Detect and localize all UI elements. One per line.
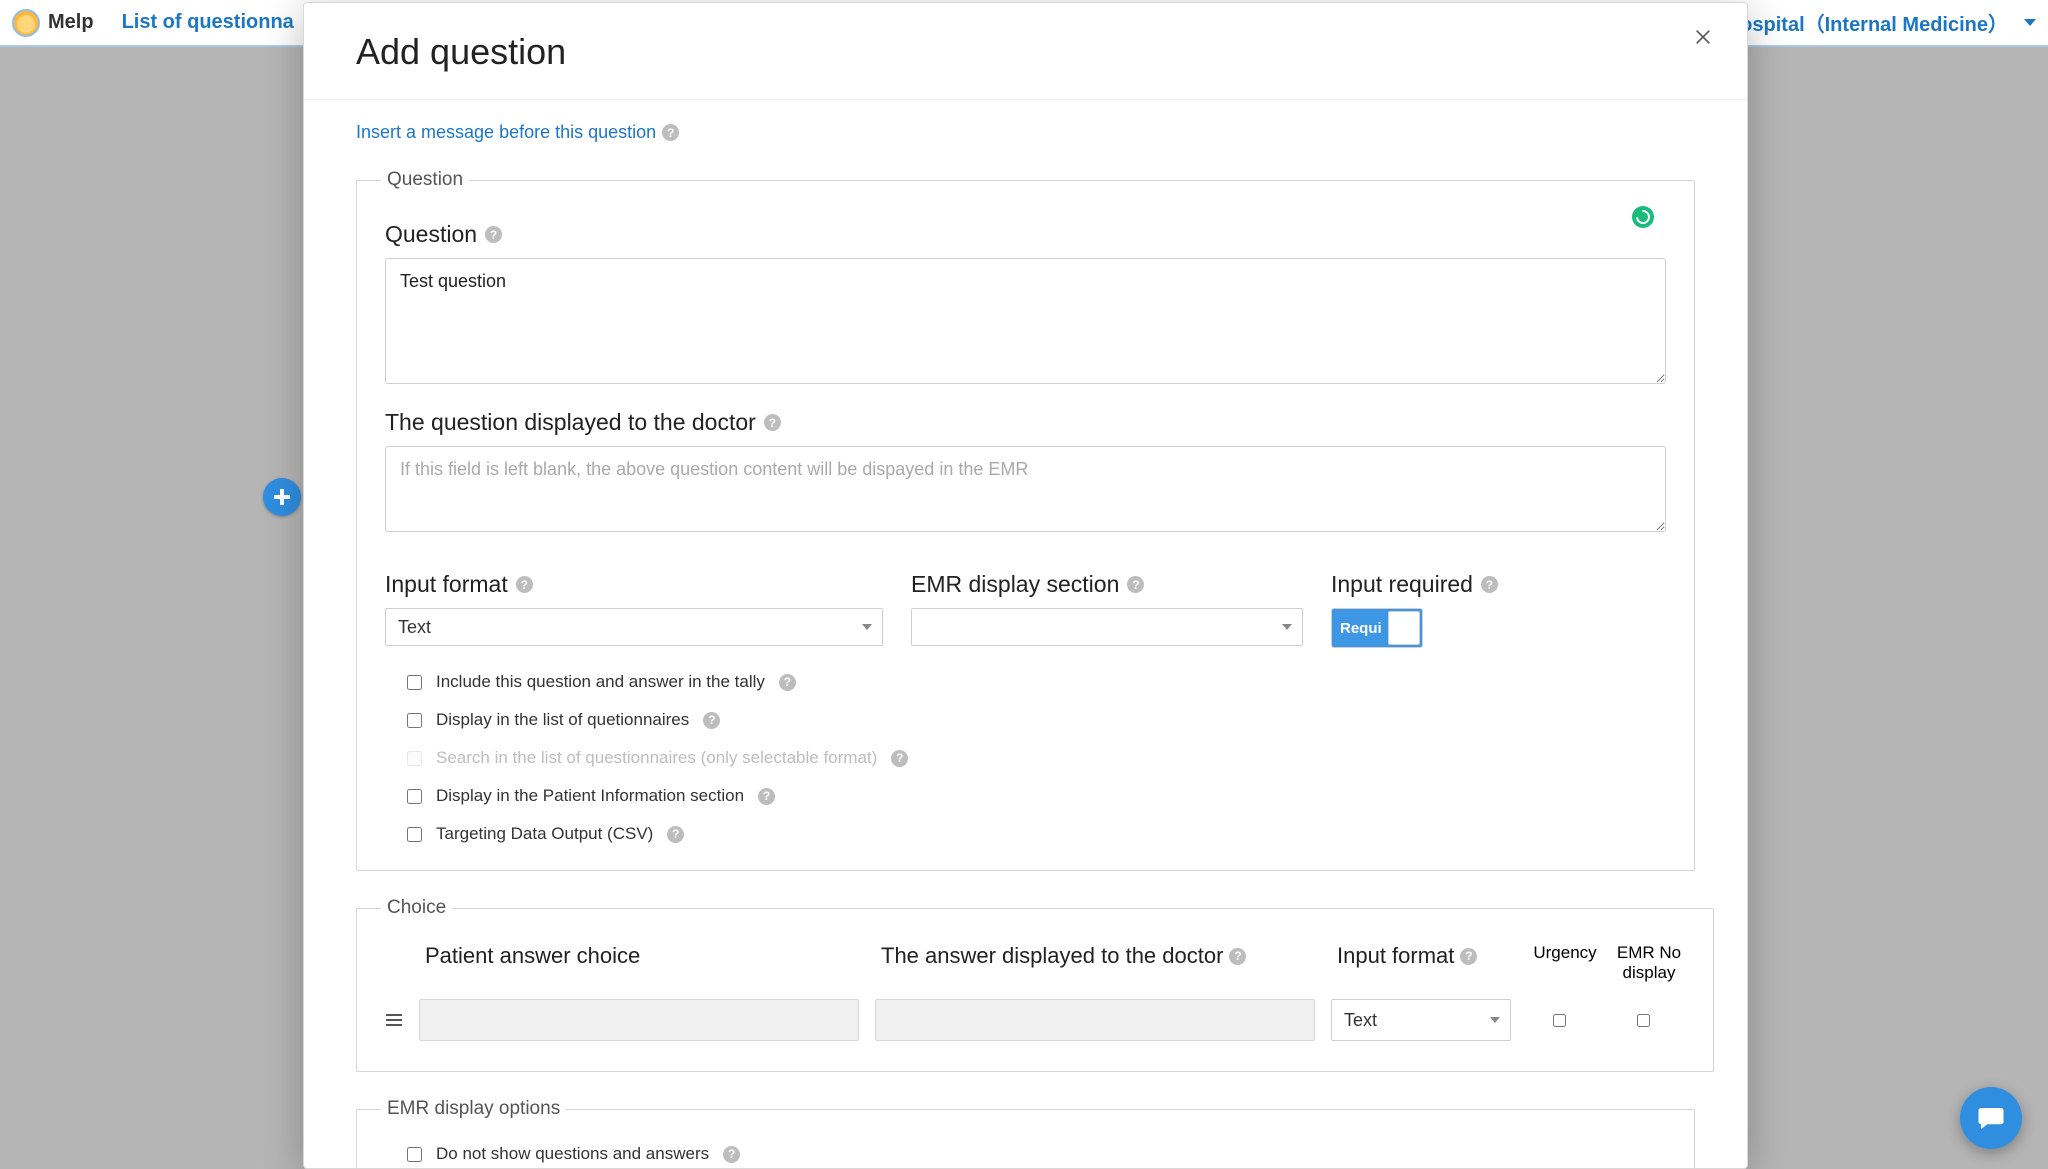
choice-input-format-value: Text xyxy=(1344,1010,1377,1031)
emr-section-label: EMR display section xyxy=(911,571,1119,598)
help-icon[interactable]: ? xyxy=(758,788,775,805)
brand: Melp xyxy=(12,9,94,37)
nav-list-of-questionnaires[interactable]: List of questionna xyxy=(122,11,294,34)
checkbox[interactable] xyxy=(407,789,422,804)
check-display-patient-info[interactable]: Display in the Patient Information secti… xyxy=(407,786,1666,806)
urgency-checkbox[interactable] xyxy=(1553,1014,1566,1027)
question-legend: Question xyxy=(381,169,469,191)
input-format-value: Text xyxy=(398,617,431,638)
input-required-label: Input required xyxy=(1331,571,1473,598)
emr-section-label-row: EMR display section ? xyxy=(911,571,1303,598)
input-required-toggle-label: Requi xyxy=(1340,620,1382,637)
emr-display-options-section: EMR display options Do not show question… xyxy=(356,1098,1695,1169)
checkbox xyxy=(407,751,422,766)
check-do-not-show-qa[interactable]: Do not show questions and answers ? xyxy=(407,1144,1666,1164)
choice-header-emr-nodisplay: EMR No display xyxy=(1613,943,1685,983)
help-icon[interactable]: ? xyxy=(703,712,720,729)
check-targeting-csv[interactable]: Targeting Data Output (CSV) ? xyxy=(407,824,1666,844)
input-format-label-row: Input format ? xyxy=(385,571,883,598)
choice-header-input-format: Input format ? xyxy=(1337,943,1517,969)
doctor-question-textarea[interactable] xyxy=(385,446,1666,532)
help-icon[interactable]: ? xyxy=(891,750,908,767)
help-icon[interactable]: ? xyxy=(485,226,502,243)
choice-input-format-select[interactable]: Text xyxy=(1331,999,1511,1041)
help-icon[interactable]: ? xyxy=(1229,948,1246,965)
check-label: Display in the list of quetionnaires xyxy=(436,710,689,730)
chat-fab[interactable] xyxy=(1960,1087,2022,1149)
brand-icon xyxy=(12,9,40,37)
chevron-down-icon xyxy=(1490,1017,1500,1023)
check-label: Search in the list of questionnaires (on… xyxy=(436,748,877,768)
brand-text: Melp xyxy=(48,11,94,34)
grammarly-icon[interactable] xyxy=(1632,206,1654,228)
check-label: Do not show questions and answers xyxy=(436,1144,709,1164)
question-label-row: Question ? xyxy=(385,221,1666,248)
chevron-down-icon xyxy=(862,624,872,630)
doctor-question-label-row: The question displayed to the doctor ? xyxy=(385,409,1666,436)
close-icon xyxy=(1693,27,1713,47)
help-icon[interactable]: ? xyxy=(764,414,781,431)
topbar-hospital-label: Hospital（Internal Medicine） xyxy=(1726,8,2008,37)
doctor-question-label: The question displayed to the doctor xyxy=(385,409,756,436)
checkbox[interactable] xyxy=(407,1147,422,1162)
check-label: Display in the Patient Information secti… xyxy=(436,786,744,806)
question-textarea[interactable] xyxy=(385,258,1666,384)
doctor-answer-input[interactable] xyxy=(875,999,1315,1041)
input-format-select[interactable]: Text xyxy=(385,608,883,646)
check-include-in-tally[interactable]: Include this question and answer in the … xyxy=(407,672,1666,692)
choice-header-doctor: The answer displayed to the doctor ? xyxy=(881,943,1321,969)
divider xyxy=(304,99,1747,100)
topbar-hospital-dropdown[interactable]: Hospital（Internal Medicine） xyxy=(1726,8,2036,37)
toggle-knob xyxy=(1388,611,1420,645)
patient-answer-input[interactable] xyxy=(419,999,859,1041)
choice-legend: Choice xyxy=(381,897,452,919)
question-options-checks: Include this question and answer in the … xyxy=(385,672,1666,844)
checkbox[interactable] xyxy=(407,827,422,842)
choice-row: Text xyxy=(385,995,1685,1045)
input-required-toggle[interactable]: Requi xyxy=(1331,608,1423,648)
chat-icon xyxy=(1976,1103,2006,1133)
drag-handle-icon[interactable] xyxy=(385,1014,403,1026)
chevron-down-icon xyxy=(2024,19,2036,26)
help-icon[interactable]: ? xyxy=(667,826,684,843)
insert-message-link[interactable]: Insert a message before this question ? xyxy=(356,122,679,143)
help-icon[interactable]: ? xyxy=(723,1146,740,1163)
input-format-label: Input format xyxy=(385,571,508,598)
help-icon[interactable]: ? xyxy=(779,674,796,691)
question-section: Question Question ? The question display… xyxy=(356,169,1695,871)
chevron-down-icon xyxy=(1282,624,1292,630)
close-button[interactable] xyxy=(1689,23,1717,51)
check-search-in-list: Search in the list of questionnaires (on… xyxy=(407,748,1666,768)
emr-nodisplay-checkbox[interactable] xyxy=(1637,1014,1650,1027)
check-display-in-list[interactable]: Display in the list of quetionnaires ? xyxy=(407,710,1666,730)
choice-header-urgency: Urgency xyxy=(1533,943,1597,963)
modal-title: Add question xyxy=(356,31,1695,73)
checkbox[interactable] xyxy=(407,713,422,728)
add-question-modal: Add question Insert a message before thi… xyxy=(303,2,1748,1169)
add-fab-behind-modal xyxy=(263,478,301,516)
help-icon[interactable]: ? xyxy=(1127,576,1144,593)
emr-options-legend: EMR display options xyxy=(381,1098,566,1120)
check-label: Include this question and answer in the … xyxy=(436,672,765,692)
question-label: Question xyxy=(385,221,477,248)
help-icon[interactable]: ? xyxy=(1481,576,1498,593)
help-icon[interactable]: ? xyxy=(516,576,533,593)
input-required-label-row: Input required ? xyxy=(1331,571,1666,598)
help-icon[interactable]: ? xyxy=(662,124,679,141)
checkbox[interactable] xyxy=(407,675,422,690)
choice-header-row: Patient answer choice The answer display… xyxy=(385,937,1685,995)
emr-section-select[interactable] xyxy=(911,608,1303,646)
choice-section: Choice Patient answer choice The answer … xyxy=(356,897,1714,1072)
insert-message-label: Insert a message before this question xyxy=(356,122,656,143)
check-label: Targeting Data Output (CSV) xyxy=(436,824,653,844)
choice-header-patient: Patient answer choice xyxy=(425,943,865,969)
help-icon[interactable]: ? xyxy=(1460,948,1477,965)
